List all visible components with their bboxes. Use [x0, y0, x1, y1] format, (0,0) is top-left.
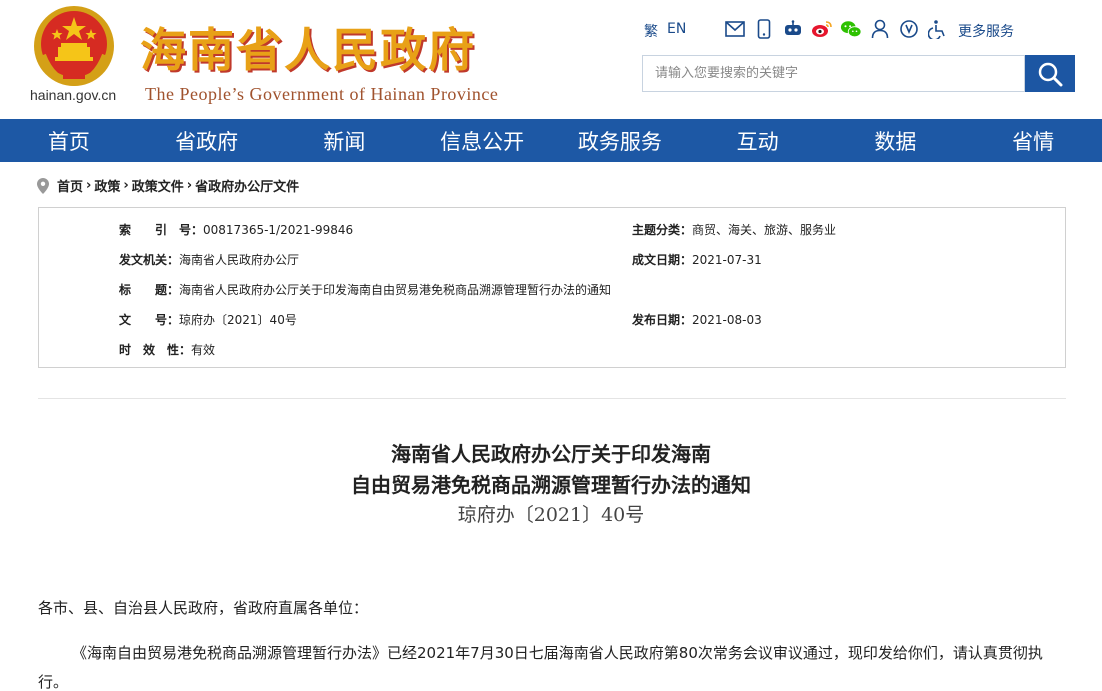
national-emblem-icon[interactable] [33, 5, 115, 87]
info-date-created: 成文日期： 2021-07-31 [632, 251, 762, 268]
breadcrumb-separator: › [186, 178, 193, 193]
location-pin-icon [37, 177, 49, 194]
site-header: hainan.gov.cn 海南省人民政府 The People’s Gover… [0, 0, 1102, 119]
breadcrumb-policy-documents[interactable]: 政策文件 [132, 176, 184, 195]
breadcrumb-separator: › [86, 178, 92, 193]
nav-item-home[interactable]: 首页 [0, 119, 138, 162]
article-title-line-1: 海南省人民政府办公厅关于印发海南 [391, 442, 711, 466]
user-icon[interactable] [869, 18, 891, 40]
traditional-chinese-link[interactable]: 繁 [644, 21, 658, 41]
article-salutation: 各市、县、自治县人民政府，省政府直属各单位： [38, 599, 369, 617]
info-title: 标 题： 海南省人民政府办公厅关于印发海南自由贸易港免税商品溯源管理暂行办法的通… [119, 281, 611, 298]
accessibility-icon[interactable] [927, 18, 949, 40]
info-doc-number-label: 文 号： [119, 313, 180, 327]
nav-item-news[interactable]: 新闻 [276, 119, 414, 162]
info-issuer-label: 发文机关： [119, 253, 180, 267]
search-input[interactable] [643, 56, 1024, 91]
breadcrumb-office-documents[interactable]: 省政府办公厅文件 [195, 176, 299, 195]
info-index: 索 引 号： 00817365-1/2021-99846 [119, 221, 353, 238]
info-date-created-label: 成文日期： [632, 253, 693, 267]
article-title-line-2: 自由贸易港免税商品溯源管理暂行办法的通知 [351, 473, 751, 497]
nav-item-information-disclosure[interactable]: 信息公开 [413, 119, 551, 162]
search-icon [1038, 62, 1063, 86]
content-divider [38, 398, 1066, 399]
info-publish-date-label: 发布日期： [632, 313, 693, 327]
wechat-icon[interactable] [840, 18, 862, 40]
robot-icon[interactable] [782, 18, 804, 40]
nav-item-provincial-government[interactable]: 省政府 [138, 119, 276, 162]
info-title-value: 海南省人民政府办公厅关于印发海南自由贸易港免税商品溯源管理暂行办法的通知 [179, 283, 612, 297]
site-subtitle: The People’s Government of Hainan Provin… [145, 84, 499, 104]
site-title[interactable]: 海南省人民政府 [140, 14, 476, 80]
breadcrumb-policy[interactable]: 政策 [94, 176, 120, 195]
info-index-value: 00817365-1/2021-99846 [203, 222, 354, 237]
info-doc-number: 文 号： 琼府办〔2021〕40号 [119, 311, 297, 328]
info-topic: 主题分类： 商贸、海关、旅游、服务业 [632, 221, 836, 238]
mail-icon[interactable] [724, 18, 746, 40]
info-topic-label: 主题分类： [632, 223, 693, 237]
article-doc-number: 琼府办〔2021〕40号 [457, 504, 645, 526]
nav-item-provincial-overview[interactable]: 省情 [964, 119, 1102, 162]
info-title-label: 标 题： [119, 283, 180, 297]
info-index-label: 索 引 号： [119, 223, 204, 237]
nav-item-data[interactable]: 数据 [827, 119, 965, 162]
info-issuer: 发文机关： 海南省人民政府办公厅 [119, 251, 299, 268]
weibo-icon[interactable] [811, 18, 833, 40]
info-publish-date: 发布日期： 2021-08-03 [632, 311, 762, 328]
nav-item-government-services[interactable]: 政务服务 [551, 119, 689, 162]
info-validity-value: 有效 [191, 343, 216, 357]
info-issuer-value: 海南省人民政府办公厅 [179, 253, 300, 267]
info-date-created-value: 2021-07-31 [692, 252, 762, 267]
info-validity-label: 时 效 性： [119, 343, 192, 357]
breadcrumb-separator: › [123, 178, 129, 193]
breadcrumb-home[interactable]: 首页 [57, 176, 83, 195]
breadcrumb: 首页 › 政策 › 政策文件 › 省政府办公厅文件 [37, 176, 299, 195]
search-box [642, 55, 1025, 92]
nav-item-interaction[interactable]: 互动 [689, 119, 827, 162]
more-services-link[interactable]: 更多服务 [958, 21, 1014, 41]
article-paragraph: 《海南自由贸易港免税商品溯源管理暂行办法》已经2021年7月30日七届海南省人民… [38, 644, 1043, 691]
english-link[interactable]: EN [667, 21, 686, 37]
document-info-box: 索 引 号： 00817365-1/2021-99846 主题分类： 商贸、海关… [38, 207, 1066, 368]
service-toolbar [724, 18, 949, 40]
info-doc-number-value: 琼府办〔2021〕40号 [179, 313, 297, 327]
info-publish-date-value: 2021-08-03 [692, 312, 762, 327]
main-nav: 首页 省政府 新闻 信息公开 政务服务 互动 数据 省情 [0, 119, 1102, 162]
info-validity: 时 效 性： 有效 [119, 341, 215, 358]
mobile-icon[interactable] [753, 18, 775, 40]
search-button[interactable] [1025, 55, 1075, 92]
info-topic-value: 商贸、海关、旅游、服务业 [692, 223, 837, 237]
elderly-mode-icon[interactable] [898, 18, 920, 40]
domain-text: hainan.gov.cn [30, 87, 117, 103]
